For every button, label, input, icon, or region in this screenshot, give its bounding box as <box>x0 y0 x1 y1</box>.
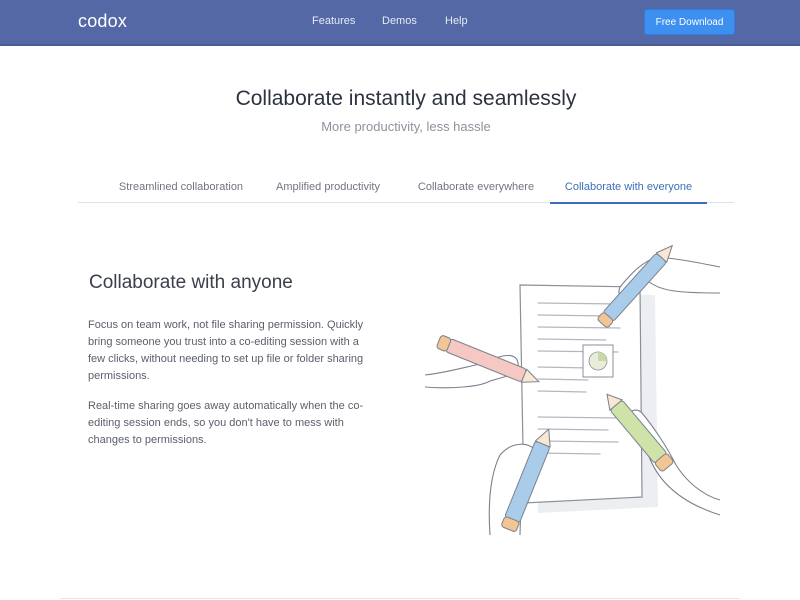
footer-divider <box>60 598 740 599</box>
description-paragraph-2: Real-time sharing goes away automaticall… <box>88 400 364 446</box>
hero-title: Collaborate instantly and seamlessly <box>235 87 577 110</box>
nav-link-help[interactable]: Help <box>445 15 468 27</box>
hero-subtitle: More productivity, less hassle <box>321 119 491 134</box>
nav-link-features[interactable]: Features <box>312 15 355 27</box>
tab-collaborate-with-everyone[interactable]: Collaborate with everyone <box>550 178 707 204</box>
nav-link-demos[interactable]: Demos <box>382 15 417 27</box>
section-heading: Collaborate with anyone <box>89 272 293 293</box>
tab-amplified-productivity[interactable]: Amplified productivity <box>266 178 390 203</box>
free-download-button[interactable]: Free Download <box>644 9 735 35</box>
description-paragraph-1: Focus on team work, not file sharing per… <box>88 319 364 382</box>
feature-tabs: Streamlined collaboration Amplified prod… <box>78 178 734 204</box>
tab-collaborate-everywhere[interactable]: Collaborate everywhere <box>402 178 550 203</box>
document-with-pencils-illustration <box>424 245 721 536</box>
navbar: codox Features Demos Help Free Download <box>0 0 800 46</box>
tab-streamlined-collaboration[interactable]: Streamlined collaboration <box>104 178 258 203</box>
